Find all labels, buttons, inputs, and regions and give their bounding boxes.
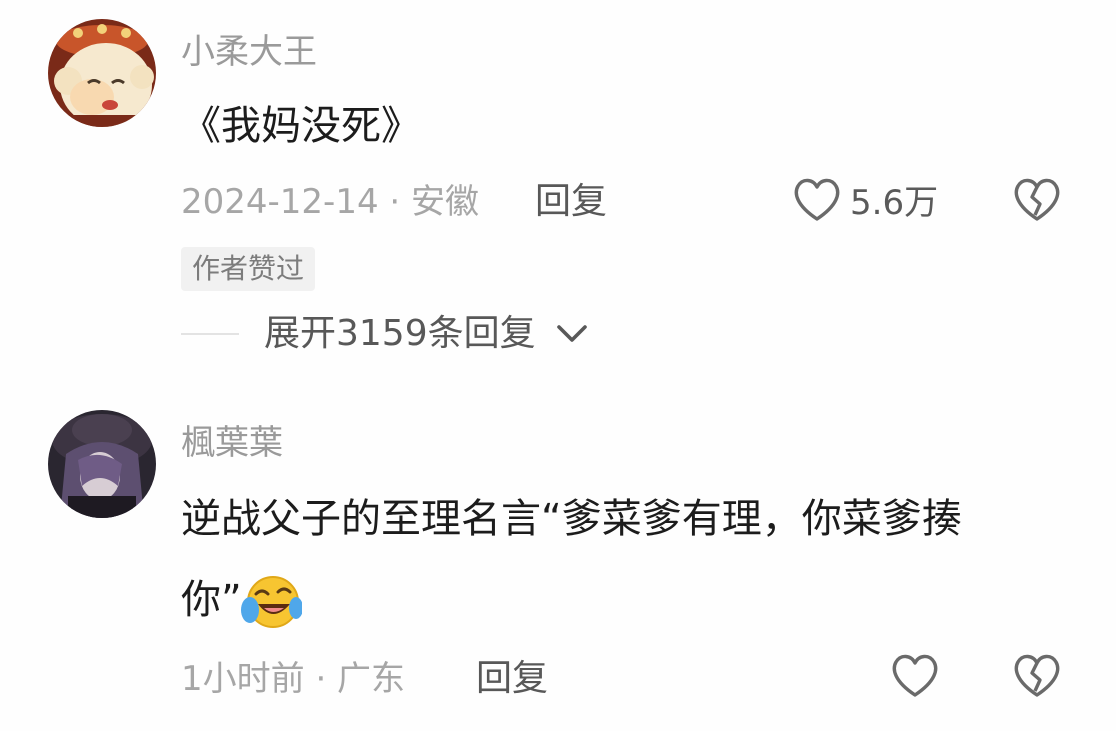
reply-button[interactable]: 回复	[535, 184, 607, 220]
broken-heart-icon[interactable]	[1012, 653, 1062, 699]
comment-text: 《我妈没死》	[181, 103, 421, 149]
broken-heart-icon[interactable]	[1012, 177, 1062, 223]
avatar[interactable]	[48, 410, 156, 518]
chevron-down-icon[interactable]	[555, 322, 589, 346]
heart-outline-icon[interactable]	[792, 177, 842, 223]
comment-text-line-1: 逆战父子的至理名言“爹菜爹有理，你菜爹揍	[181, 496, 962, 542]
comment-meta: 2024-12-14 · 安徽	[181, 182, 480, 222]
username[interactable]: 楓葉葉	[181, 426, 283, 460]
expand-replies-button[interactable]: 展开3159条回复	[264, 316, 536, 352]
like-count: 5.6万	[850, 183, 939, 223]
laughing-crying-emoji-icon	[241, 576, 302, 628]
username[interactable]: 小柔大王	[181, 35, 317, 69]
avatar[interactable]	[48, 19, 156, 127]
comment-text-line-2: 你”	[181, 577, 242, 623]
reply-button[interactable]: 回复	[476, 661, 548, 697]
author-liked-badge: 作者赞过	[181, 247, 316, 291]
comment-meta: 1小时前 · 广东	[181, 659, 406, 699]
comment-list: 小柔大王 《我妈没死》 2024-12-14 · 安徽 回复 5.6万 作者赞过…	[0, 0, 1116, 731]
heart-outline-icon[interactable]	[890, 653, 940, 699]
expand-divider	[181, 333, 239, 335]
